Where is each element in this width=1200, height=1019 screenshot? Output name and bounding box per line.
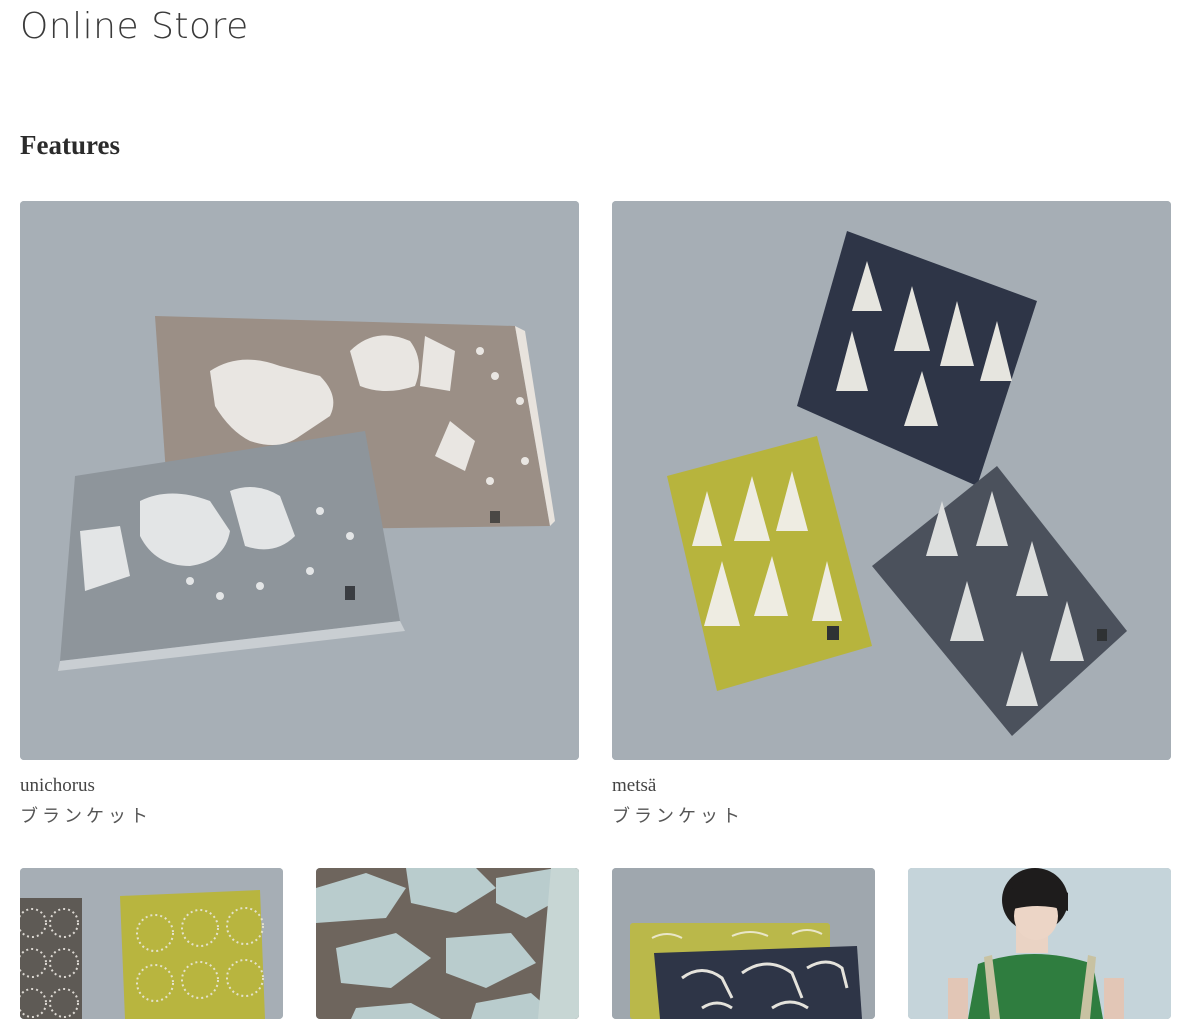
- product-card[interactable]: [908, 868, 1171, 1019]
- features-heading: Features: [20, 130, 120, 160]
- unicorn-blanket-image[interactable]: [20, 201, 579, 760]
- forest-blanket-image[interactable]: [612, 201, 1171, 760]
- product-category: ブランケット: [20, 806, 152, 826]
- bird-silhouette-blanket-image[interactable]: [316, 868, 579, 1019]
- product-card[interactable]: [612, 868, 875, 1019]
- bird-illustration-blanket-image[interactable]: [612, 868, 875, 1019]
- model-with-green-top-image[interactable]: [908, 868, 1171, 1019]
- feature-card-unichorus[interactable]: unichorus ブランケット: [20, 201, 579, 828]
- product-name[interactable]: metsä: [612, 774, 1171, 798]
- product-category: ブランケット: [612, 806, 744, 826]
- page-title: Online Store: [20, 6, 249, 47]
- product-card[interactable]: [316, 868, 579, 1019]
- circle-pattern-blanket-image[interactable]: [20, 868, 283, 1019]
- product-card[interactable]: [20, 868, 283, 1019]
- product-name[interactable]: unichorus: [20, 774, 579, 798]
- feature-card-metsa[interactable]: metsä ブランケット: [612, 201, 1171, 828]
